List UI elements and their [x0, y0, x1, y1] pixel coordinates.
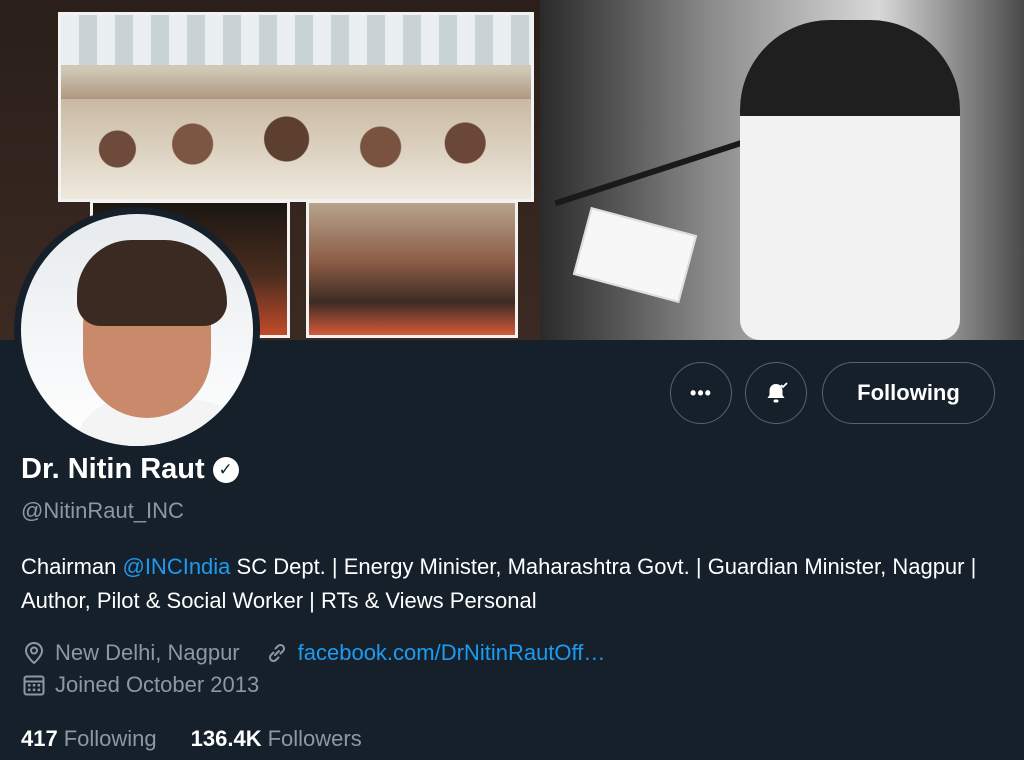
bio-text-start: Chairman: [21, 554, 123, 579]
bio-mention-link[interactable]: @INCIndia: [122, 554, 230, 579]
followers-label: Followers: [267, 726, 362, 751]
display-name: Dr. Nitin Raut: [21, 453, 205, 485]
follow-stats: 417 Following 136.4K Followers: [21, 726, 362, 752]
profile-bio: Chairman @INCIndia SC Dept. | Energy Min…: [21, 550, 981, 618]
followers-count: 136.4K: [190, 726, 262, 751]
following-label: Following: [63, 726, 157, 751]
location-pin-icon: [24, 641, 44, 665]
following-count: 417: [21, 726, 58, 751]
joined-item: Joined October 2013: [21, 672, 259, 698]
link-icon: [268, 643, 285, 663]
notifications-button[interactable]: [745, 362, 807, 424]
banner-photo-stage: [58, 12, 534, 202]
joined-text: Joined October 2013: [55, 672, 260, 697]
joined-row: Joined October 2013: [21, 672, 259, 698]
notification-bell-icon: [767, 382, 788, 403]
user-handle: @NitinRaut_INC: [21, 498, 184, 523]
banner-photo-signing: [306, 200, 518, 338]
profile-meta: New Delhi, Nagpur facebook.com/DrNitinRa…: [21, 640, 605, 666]
profile-avatar[interactable]: [14, 207, 260, 453]
banner-photo-speech: [540, 0, 1024, 340]
profile-name-row: Dr. Nitin Raut ✓: [21, 453, 239, 486]
more-icon: •••: [690, 382, 712, 403]
more-button[interactable]: •••: [670, 362, 732, 424]
website-item[interactable]: facebook.com/DrNitinRautOff…: [264, 640, 606, 666]
avatar-photo: [21, 214, 253, 446]
followers-stat[interactable]: 136.4K Followers: [191, 726, 362, 752]
location-item: New Delhi, Nagpur: [21, 640, 240, 666]
following-stat[interactable]: 417 Following: [21, 726, 157, 752]
website-link[interactable]: facebook.com/DrNitinRautOff…: [298, 640, 606, 666]
verified-badge-icon: ✓: [212, 456, 239, 483]
following-button[interactable]: Following: [822, 362, 995, 424]
calendar-icon: [23, 675, 45, 696]
location-text: New Delhi, Nagpur: [55, 640, 240, 665]
